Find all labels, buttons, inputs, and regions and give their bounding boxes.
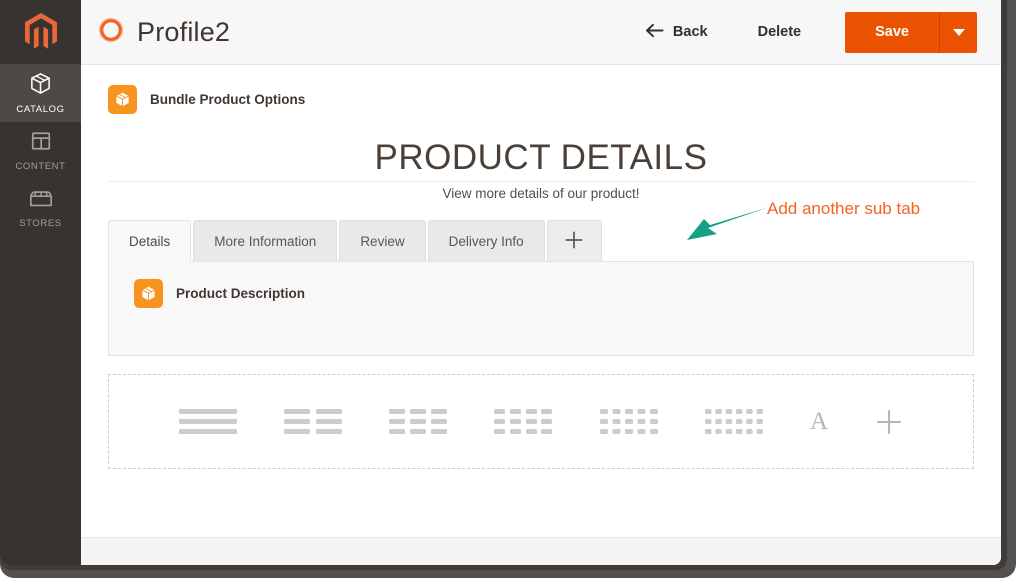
tab-more-information[interactable]: More Information	[193, 220, 337, 261]
delete-button[interactable]: Delete	[744, 18, 816, 46]
annotation-label: Add another sub tab	[767, 199, 920, 219]
layout-icon	[30, 130, 52, 157]
save-button[interactable]: Save	[845, 12, 939, 53]
orange-ring-icon	[98, 17, 124, 48]
sidebar-item-catalog[interactable]: CATALOG	[0, 64, 81, 122]
sidebar-item-label: STORES	[19, 218, 62, 229]
magento-logo-icon[interactable]	[0, 0, 81, 64]
sidebar: CATALOG CONTENT	[0, 0, 81, 565]
hero-subtitle: View more details of our product!	[81, 186, 1001, 201]
text-element-icon[interactable]: A	[810, 409, 828, 434]
tab-delivery-info[interactable]: Delivery Info	[428, 220, 545, 261]
device-frame: CATALOG CONTENT	[0, 0, 1024, 587]
footer-strip	[81, 537, 1001, 565]
hero-divider	[108, 181, 974, 182]
hero-section: PRODUCT DETAILS View more details of our…	[81, 138, 1001, 201]
four-column-layout-icon[interactable]	[494, 406, 552, 438]
sidebar-item-label: CONTENT	[15, 161, 65, 172]
page-content: Bundle Product Options PRODUCT DETAILS V…	[81, 65, 1001, 565]
tab-panel-details: Product Description	[108, 261, 974, 356]
sidebar-item-stores[interactable]: STORES	[0, 180, 81, 238]
tab-review[interactable]: Review	[339, 220, 425, 261]
back-button-label: Back	[673, 24, 708, 40]
main-area: Profile2 Back Delete Save	[81, 0, 1001, 565]
tab-label: Delivery Info	[449, 234, 524, 249]
five-column-layout-icon[interactable]	[600, 406, 658, 438]
orange-box-icon	[134, 279, 163, 308]
page-header: Profile2 Back Delete Save	[81, 0, 1001, 65]
bundle-product-options-header: Bundle Product Options	[81, 65, 1001, 114]
section-header-label: Bundle Product Options	[150, 92, 305, 107]
arrow-left-icon	[645, 23, 664, 42]
storefront-icon	[29, 189, 53, 214]
add-tab-button[interactable]	[547, 220, 602, 261]
chevron-down-icon	[953, 29, 965, 36]
save-button-group: Save	[845, 12, 977, 53]
three-column-layout-icon[interactable]	[389, 406, 447, 438]
page-title-group: Profile2	[98, 17, 230, 48]
tab-details[interactable]: Details	[108, 220, 191, 262]
layout-picker: A	[108, 374, 974, 469]
six-column-layout-icon[interactable]	[705, 406, 763, 438]
tabs-container: Add another sub tab Details More Informa…	[108, 220, 974, 356]
two-column-layout-icon[interactable]	[284, 406, 342, 438]
tab-label: Details	[129, 234, 170, 249]
save-options-button[interactable]	[939, 12, 977, 53]
text-element-glyph: A	[810, 409, 828, 434]
one-column-layout-icon[interactable]	[179, 406, 237, 438]
page-title: Profile2	[137, 17, 230, 48]
header-actions: Back Delete Save	[635, 12, 977, 53]
application-window: CATALOG CONTENT	[0, 0, 1001, 565]
tab-label: Review	[360, 234, 404, 249]
sidebar-item-label: CATALOG	[16, 104, 64, 115]
tab-label: More Information	[214, 234, 316, 249]
back-button[interactable]: Back	[635, 17, 718, 48]
add-element-icon[interactable]	[875, 408, 903, 436]
orange-box-icon	[108, 85, 137, 114]
tabs-row: Details More Information Review Delivery…	[108, 220, 974, 261]
product-description-row[interactable]: Product Description	[134, 279, 973, 308]
hero-title: PRODUCT DETAILS	[353, 138, 730, 178]
box-icon	[29, 72, 52, 100]
sidebar-item-content[interactable]: CONTENT	[0, 122, 81, 180]
plus-icon	[564, 230, 584, 253]
product-description-label: Product Description	[176, 286, 305, 301]
